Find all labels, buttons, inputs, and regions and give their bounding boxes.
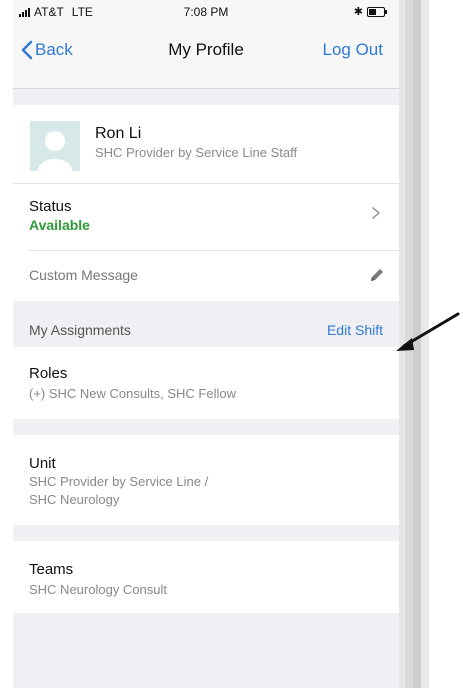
spacer	[13, 419, 399, 435]
teams-item[interactable]: Teams SHC Neurology Consult	[13, 541, 399, 613]
navigation-bar: Back My Profile Log Out	[13, 24, 399, 89]
teams-title: Teams	[29, 561, 74, 578]
status-icons: ✱	[353, 5, 387, 18]
roles-text: (+) SHC New Consults, SHC Fellow	[29, 386, 236, 401]
roles-item[interactable]: Roles (+) SHC New Consults, SHC Fellow	[13, 347, 399, 419]
unit-item[interactable]: Unit SHC Provider by Service Line / SHC …	[13, 435, 399, 525]
profile-header: Ron Li SHC Provider by Service Line Staf…	[13, 105, 399, 184]
user-silhouette-icon	[30, 121, 80, 171]
status-value: Available	[29, 217, 90, 233]
unit-title: Unit	[29, 455, 56, 472]
phone-screen: AT&T LTE 7:08 PM ✱ Back My Profile Log O…	[13, 0, 399, 688]
custom-message-row[interactable]: Custom Message	[29, 251, 399, 301]
profile-name: Ron Li	[95, 125, 142, 142]
status-label: Status	[29, 198, 72, 215]
spacer	[13, 525, 399, 541]
chevron-right-icon	[372, 207, 380, 219]
spacer	[13, 89, 399, 105]
unit-line-2: SHC Neurology	[29, 492, 120, 507]
profile-card: Ron Li SHC Provider by Service Line Staf…	[13, 105, 399, 301]
unit-line-1: SHC Provider by Service Line /	[29, 474, 209, 489]
edit-shift-button[interactable]: Edit Shift	[327, 322, 383, 338]
avatar	[30, 121, 80, 171]
status-row[interactable]: Status Available	[29, 184, 399, 251]
log-out-button[interactable]: Log Out	[323, 40, 384, 60]
pencil-icon[interactable]	[367, 265, 387, 285]
status-bar: AT&T LTE 7:08 PM ✱	[13, 0, 399, 24]
teams-text: SHC Neurology Consult	[29, 582, 168, 597]
roles-title: Roles	[29, 365, 68, 382]
annotation-arrow-icon	[396, 312, 460, 351]
clock: 7:08 PM	[183, 5, 229, 19]
custom-message-label: Custom Message	[29, 267, 138, 283]
assignments-header: My Assignments Edit Shift	[13, 301, 399, 347]
bluetooth-icon: ✱	[353, 6, 363, 18]
assignments-title: My Assignments	[29, 322, 131, 338]
profile-subtitle: SHC Provider by Service Line Staff	[95, 145, 298, 160]
battery-icon	[367, 6, 387, 17]
